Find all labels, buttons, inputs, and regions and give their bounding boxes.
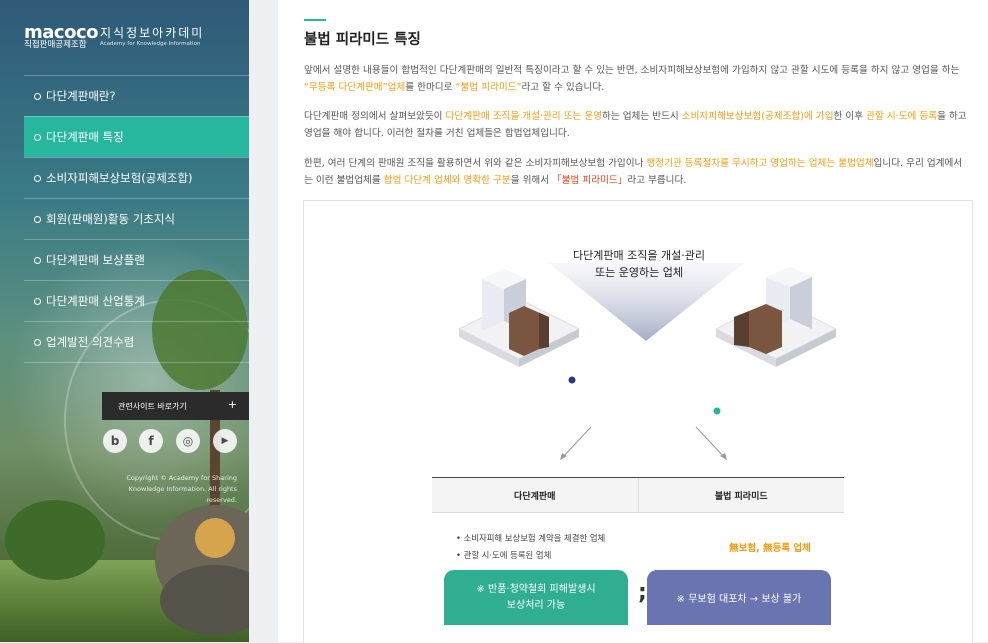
table-header-mlm: 다단계판매 [432,478,639,512]
circle-bullet-icon [34,256,41,264]
organization-label-line-2: 또는 운영하는 업체 [595,266,683,279]
pyramid-note: 無보험, 無등록 업체 [729,543,811,554]
circle-bullet-icon [34,133,41,141]
text: 를 한마디로 [405,82,456,93]
highlight: 행정기관 등록절차를 무시하고 영업하는 업체는 불법업체 [646,158,874,169]
highlight: 합법 다단계 업체와 명확한 구분 [383,175,511,186]
mlm-benefit-line-1: ※ 반품·청약철회 피해발생시 [476,583,596,595]
circle-bullet-icon [34,338,41,346]
sidebar-item-compensation-plan[interactable]: 다단계판매 보상플랜 [24,239,249,280]
pyramid-risk-box: ※ 무보험 대포차 → 보상 불가 [647,570,831,625]
sidebar-item-label: 회원(판매원)활동 기초지식 [46,212,176,226]
related-sites-dropdown[interactable]: 관련사이트 바로가기 + [102,392,249,420]
paragraph-1: 앞에서 설명한 내용들이 합법적인 다단계판매의 일반적 특징이라고 할 수 있… [304,62,969,96]
paragraph-3: 한편, 여러 단계의 판매원 조직을 활용하면서 위와 같은 소비자피해보상보험… [304,155,969,189]
circle-bullet-icon [34,174,41,182]
highlight: 「불법 피라미드」 [552,175,628,186]
sidebar-item-label: 다단계판매 특징 [46,130,124,144]
sidebar-item-label: 다단계판매란? [46,89,116,103]
highlight: “무등록 다단계판매”업체 [304,82,406,93]
text: 한 이후 [833,111,867,122]
youtube-icon[interactable]: ▶ [213,429,237,453]
comparison-diagram: 다단계판매 조직을 개설·관리 또는 운영하는 업체 합법 ; 불법 다단계판매… [303,200,973,643]
sidebar-menu: 다단계판매란? 다단계판매 특징 소비자피해보상보험(공제조합) 회원(판매원)… [24,75,249,363]
sidebar-item-label: 업계발전 의견수렴 [46,335,135,349]
logo-subtitle-kr: 직접판매공제조합 [24,40,87,50]
logo-subtitle-en: Academy for Knowledge Information [100,41,201,47]
facebook-icon[interactable]: f [139,429,163,453]
separator: ; [638,580,647,605]
circle-bullet-icon [34,215,41,223]
legal-dot-marker [568,376,576,384]
highlight: 소비자피해보상보험(공제조합)에 가입 [681,111,834,122]
text: 라고 부릅니다. [627,175,687,186]
table-header-pyramid: 불법 피라미드 [714,491,768,502]
comparison-table: 다단계판매 불법 피라미드 소비자피해 보상보험 계약을 체결한 업체 관할 시… [432,477,844,560]
illegal-dot-marker [713,407,721,415]
copyright-line-1: Copyright © Academy for Sharing [126,474,237,482]
text: 하는 업체는 반드시 [602,111,682,122]
sidebar-item-member-basics[interactable]: 회원(판매원)활동 기초지식 [24,198,249,239]
sidebar-item-industry-stats[interactable]: 다단계판매 산업통계 [24,280,249,321]
blog-icon[interactable]: b [103,429,127,453]
copyright-line-2: Knowledge Information. All rights reserv… [128,485,237,504]
sidebar-item-what-is-mlm[interactable]: 다단계판매란? [24,75,249,116]
organization-label-line-1: 다단계판매 조직을 개설·관리 [573,249,705,262]
copyright: Copyright © Academy for Sharing Knowledg… [96,473,237,506]
list-item: 소비자피해 보상보험 계약을 체결한 업체 [456,532,606,544]
sidebar-item-label: 다단계판매 산업통계 [46,294,145,308]
logo-title: 지식정보아카데미 [100,26,205,40]
instagram-icon[interactable]: ◎ [176,429,200,453]
site-logo[interactable]: macoco 지식정보아카데미 직접판매공제조합 Academy for Kno… [24,22,202,50]
circle-bullet-icon [34,92,41,100]
text: 앞에서 설명한 내용들이 합법적인 다단계판매의 일반적 특징이라고 할 수 있… [304,65,960,76]
page-title: 불법 피라미드 특징 [304,32,421,48]
highlight: 다단계판매 조직을 개설·관리 또는 운영 [445,111,603,122]
text: 을 위해서 [510,175,553,186]
text: 다단계판매 정의에서 살펴보았듯이 [304,111,446,122]
sidebar-item-consumer-insurance[interactable]: 소비자피해보상보험(공제조합) [24,157,249,198]
highlight: “불법 피라미드” [455,82,522,93]
mlm-benefit-box: ※ 반품·청약철회 피해발생시 보상처리 가능 [444,570,628,625]
table-header-row: 다단계판매 불법 피라미드 [432,477,844,513]
related-sites-label: 관련사이트 바로가기 [118,401,187,411]
sidebar-item-label: 다단계판매 보상플랜 [46,253,145,267]
sidebar-item-mlm-features[interactable]: 다단계판매 특징 [24,116,249,157]
highlight: 관할 시·도에 등록 [866,111,938,122]
organization-label: 다단계판매 조직을 개설·관리 또는 운영하는 업체 [554,247,724,281]
list-item: 관할 시·도에 등록된 업체 [456,549,552,561]
text: 라고 할 수 있습니다. [521,82,605,93]
plus-icon: + [227,398,237,411]
paragraph-2: 다단계판매 정의에서 살펴보았듯이 다단계판매 조직을 개설·관리 또는 운영하… [304,108,969,142]
title-accent-line [304,19,326,21]
mlm-benefit-line-2: 보상처리 가능 [506,599,566,611]
sidebar-item-label: 소비자피해보상보험(공제조합) [46,171,193,185]
sidebar: macoco 지식정보아카데미 직접판매공제조합 Academy for Kno… [0,0,249,642]
text: 한편, 여러 단계의 판매원 조직을 활용하면서 위와 같은 소비자피해보상보험… [304,158,647,169]
circle-bullet-icon [34,297,41,305]
sidebar-item-feedback[interactable]: 업계발전 의견수렴 [24,321,249,363]
